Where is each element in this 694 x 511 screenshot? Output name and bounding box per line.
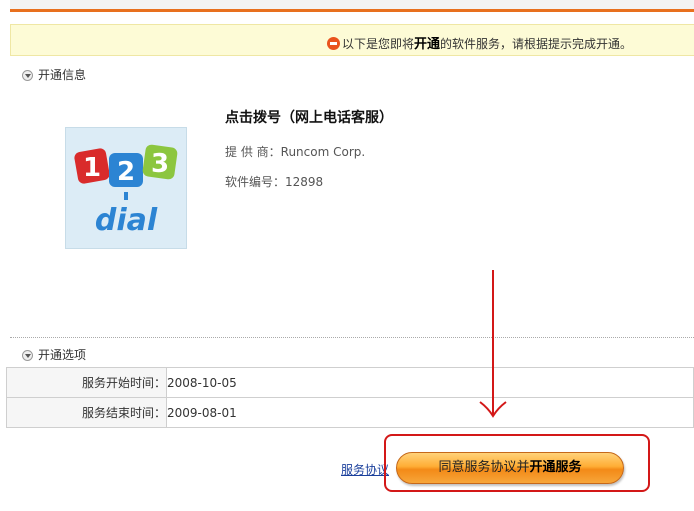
software-name: 点击拨号（网上电话客服） <box>225 110 393 126</box>
table-row: 服务开始时间： 2008-10-05 <box>6 367 694 398</box>
provider-label: 提 供 商： <box>225 145 281 159</box>
dial-logo-icon: 1 2 3 dial <box>74 144 178 238</box>
options-table: 服务开始时间： 2008-10-05 服务结束时间： 2009-08-01 <box>6 367 694 428</box>
notice-text: 以下是您即将开通的软件服务，请根据提示完成开通。 <box>326 33 632 52</box>
agree-and-open-button[interactable]: 同意服务协议并开通服务 <box>396 452 624 484</box>
notice-banner: 以下是您即将开通的软件服务，请根据提示完成开通。 <box>10 24 694 56</box>
section-header-options[interactable]: 开通选项 <box>22 346 86 363</box>
software-id-value: 12898 <box>285 175 324 189</box>
logo-digit-1: 1 <box>83 153 101 183</box>
button-emphasis: 开通服务 <box>529 460 582 475</box>
software-id-line: 软件编号：12898 <box>225 173 323 190</box>
annotation-arrow-head-icon <box>479 401 507 418</box>
service-agreement-link[interactable]: 服务协议 <box>341 461 389 478</box>
provider-line: 提 供 商：Runcom Corp. <box>225 143 365 160</box>
collapse-icon[interactable] <box>22 350 33 361</box>
logo-digit-2: 2 <box>117 157 135 187</box>
logo-word: dial <box>95 203 158 238</box>
section-header-info[interactable]: 开通信息 <box>22 66 86 83</box>
provider-value: Runcom Corp. <box>280 145 366 159</box>
software-id-label: 软件编号： <box>225 175 286 189</box>
minus-circle-icon <box>326 37 340 50</box>
table-row: 服务结束时间： 2009-08-01 <box>6 397 694 428</box>
software-logo: 1 2 3 dial <box>65 127 187 249</box>
end-time-label: 服务结束时间： <box>6 397 167 428</box>
end-time-value: 2009-08-01 <box>166 397 694 428</box>
annotation-arrow-line <box>492 270 494 415</box>
top-bar <box>10 0 694 9</box>
start-time-label: 服务开始时间： <box>6 367 167 398</box>
section-title-options: 开通选项 <box>38 348 87 362</box>
notice-suffix: 的软件服务，请根据提示完成开通。 <box>439 37 632 51</box>
notice-prefix: 以下是您即将 <box>341 37 414 51</box>
section-title-info: 开通信息 <box>38 68 87 82</box>
section-divider <box>10 337 694 338</box>
top-accent-line <box>10 9 694 12</box>
start-time-value: 2008-10-05 <box>166 367 694 398</box>
logo-digit-3: 3 <box>151 149 169 179</box>
notice-emphasis: 开通 <box>413 37 440 52</box>
collapse-icon[interactable] <box>22 70 33 81</box>
button-prefix: 同意服务协议并 <box>438 460 530 475</box>
